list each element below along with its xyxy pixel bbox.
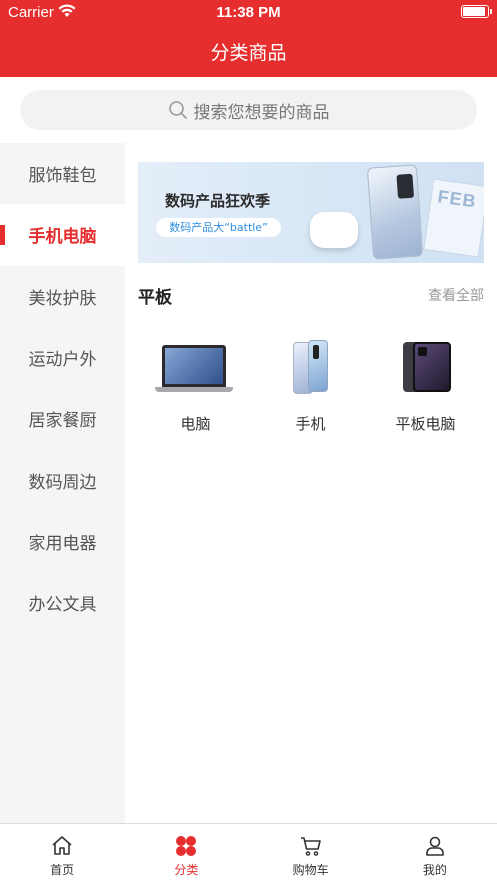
sidebar-item-label: 居家餐厨 <box>28 411 97 432</box>
category-content: 数码产品狂欢季 数码产品大“battle” FEB 平板 查看全部 电脑 手机 <box>125 143 497 823</box>
product-grid: 电脑 手机 平板电脑 <box>138 333 484 443</box>
product-label: 手机 <box>295 415 326 433</box>
sidebar-item-phones-computers[interactable]: 手机电脑 <box>0 204 125 266</box>
app-header: Carrier 11:38 PM 分类商品 <box>0 0 497 77</box>
tab-category[interactable]: 分类 <box>124 824 248 883</box>
sidebar-item-beauty[interactable]: 美妆护肤 <box>0 266 125 327</box>
status-bar: Carrier 11:38 PM <box>0 0 497 26</box>
cart-icon <box>300 837 321 856</box>
sidebar-item-digital[interactable]: 数码周边 <box>0 449 125 510</box>
search-input[interactable]: 搜索您想要的商品 <box>20 90 477 130</box>
tab-label: 购物车 <box>292 863 329 877</box>
sidebar-item-label: 手机电脑 <box>28 227 97 248</box>
profile-icon <box>426 836 444 856</box>
home-icon <box>52 836 72 855</box>
product-item-tablet[interactable]: 平板电脑 <box>368 333 483 443</box>
section-title: 平板 <box>138 288 172 308</box>
sidebar-item-home-kitchen[interactable]: 居家餐厨 <box>0 388 125 449</box>
banner-title: 数码产品狂欢季 <box>165 192 271 210</box>
category-icon <box>176 836 197 856</box>
category-sidebar: 服饰鞋包 手机电脑 美妆护肤 运动户外 居家餐厨 数码周边 家用电器 办公文具 <box>0 143 125 823</box>
tab-label: 我的 <box>422 863 447 877</box>
tab-label: 首页 <box>50 863 75 877</box>
laptop-image <box>138 333 253 403</box>
sidebar-item-label: 服饰鞋包 <box>28 166 97 187</box>
sidebar-item-appliances[interactable]: 家用电器 <box>0 511 125 572</box>
sidebar-item-label: 数码周边 <box>28 472 97 493</box>
view-all-link[interactable]: 查看全部 <box>428 285 484 305</box>
page-title: 分类商品 <box>210 42 287 64</box>
promo-banner[interactable]: 数码产品狂欢季 数码产品大“battle” FEB <box>138 162 484 263</box>
tab-label: 分类 <box>174 863 199 877</box>
product-label: 电脑 <box>180 415 211 433</box>
product-item-phone[interactable]: 手机 <box>253 333 368 443</box>
earbuds-case-image <box>310 212 358 248</box>
sidebar-item-clothing[interactable]: 服饰鞋包 <box>0 143 125 204</box>
sidebar-item-label: 运动户外 <box>28 350 97 371</box>
tab-profile[interactable]: 我的 <box>373 824 497 883</box>
sidebar-item-sports[interactable]: 运动户外 <box>0 327 125 388</box>
sidebar-item-label: 美妆护肤 <box>28 288 97 309</box>
phone-image <box>253 333 368 403</box>
tab-home[interactable]: 首页 <box>0 824 124 883</box>
sidebar-item-office[interactable]: 办公文具 <box>0 572 125 633</box>
battery-icon <box>461 5 492 18</box>
sidebar-item-label: 办公文具 <box>28 595 97 616</box>
tab-cart[interactable]: 购物车 <box>249 824 373 883</box>
calendar-image: FEB <box>423 178 484 258</box>
search-placeholder: 搜索您想要的商品 <box>193 102 330 123</box>
calendar-text: FEB <box>436 186 478 212</box>
bottom-tab-bar: 首页 分类 购物车 我的 <box>0 823 497 883</box>
tablet-image <box>368 333 483 403</box>
search-icon <box>168 101 187 119</box>
phone-image <box>366 164 424 260</box>
clock: 11:38 PM <box>216 4 281 21</box>
sidebar-item-label: 家用电器 <box>28 533 97 554</box>
product-label: 平板电脑 <box>395 415 456 433</box>
banner-subtitle: 数码产品大“battle” <box>156 218 281 237</box>
product-item-laptop[interactable]: 电脑 <box>138 333 253 443</box>
search-area: 搜索您想要的商品 <box>0 77 497 143</box>
